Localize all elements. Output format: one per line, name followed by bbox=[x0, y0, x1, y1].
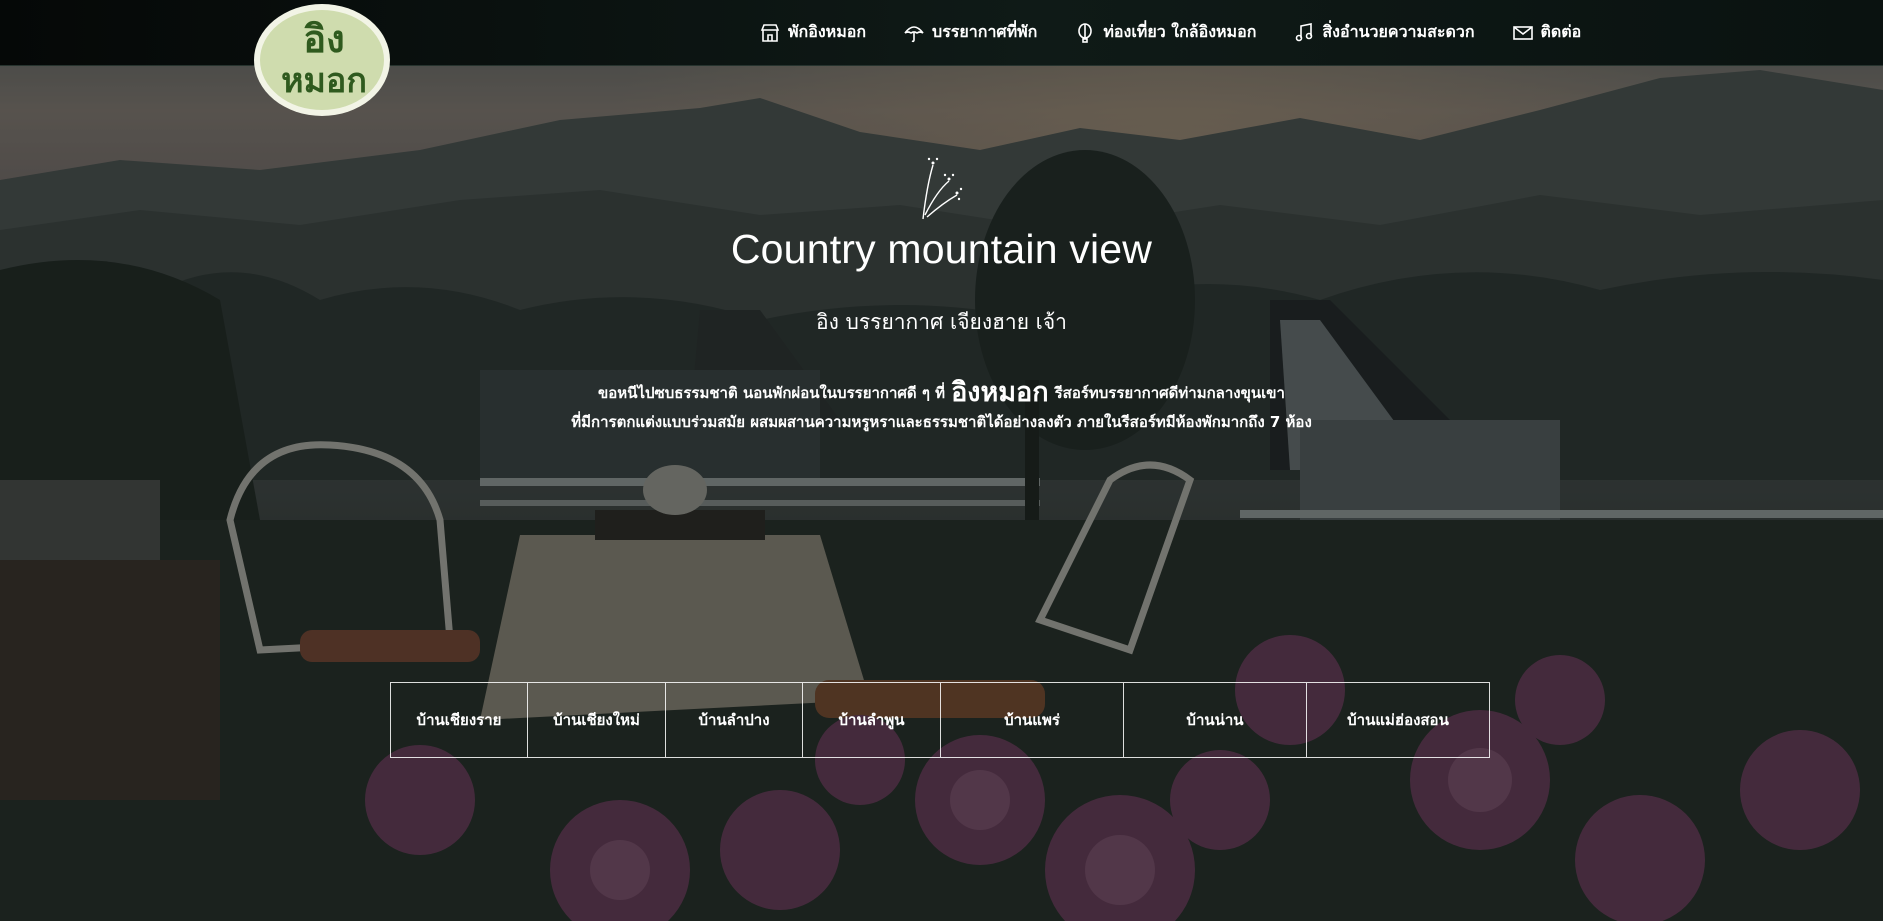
hero-description-line1: ขอหนีไปซบธรรมชาติ นอนพักผ่อนในบรรยากาศดี… bbox=[0, 370, 1883, 413]
logo-text-line1: อิง bbox=[303, 17, 344, 61]
logo-text-line2: หมอก bbox=[281, 61, 367, 101]
music-note-icon bbox=[1296, 22, 1313, 41]
nav-item-travel[interactable]: ท่องเที่ยว ใกล้อิงหมอก bbox=[1075, 20, 1256, 45]
hero-scene-image bbox=[0, 0, 1883, 921]
nav-item-label: ติดต่อ bbox=[1540, 22, 1582, 41]
tab-mae-hong-son[interactable]: บ้านแม่ฮ่องสอน bbox=[1307, 683, 1489, 757]
description-suffix: รีสอร์ทบรรยากาศดีท่ามกลางขุนเขา bbox=[1054, 384, 1285, 402]
mail-icon bbox=[1512, 25, 1533, 40]
store-icon bbox=[760, 23, 780, 42]
tab-lamphun[interactable]: บ้านลำพูน bbox=[803, 683, 941, 757]
hero-description-line2: ที่มีการตกแต่งแบบร่วมสมัย ผสมผสานความหรู… bbox=[571, 413, 1312, 431]
umbrella-icon bbox=[904, 25, 924, 42]
nav-item-atmosphere[interactable]: บรรยากาศที่พัก bbox=[904, 20, 1037, 45]
dandelion-icon bbox=[922, 157, 963, 220]
main-nav: พักอิงหมอก บรรยากาศที่พัก ท่องเที่ยว ใกล… bbox=[760, 0, 1581, 65]
tab-chiang-mai[interactable]: บ้านเชียงใหม่ bbox=[528, 683, 666, 757]
tab-phrae[interactable]: บ้านแพร่ bbox=[941, 683, 1124, 757]
nav-item-label: พักอิงหมอก bbox=[788, 22, 867, 41]
nav-item-label: ท่องเที่ยว ใกล้อิงหมอก bbox=[1103, 22, 1257, 41]
nav-item-label: บรรยากาศที่พัก bbox=[932, 22, 1038, 41]
description-prefix: ขอหนีไปซบธรรมชาติ นอนพักผ่อนในบรรยากาศดี… bbox=[598, 384, 946, 402]
tab-chiang-rai[interactable]: บ้านเชียงราย bbox=[391, 683, 528, 757]
hero-title: Country mountain view bbox=[730, 226, 1153, 272]
hero-background bbox=[0, 0, 1883, 921]
brand-name: อิงหมอก bbox=[951, 377, 1049, 408]
site-logo[interactable]: อิง หมอก bbox=[252, 0, 392, 118]
tab-lampang[interactable]: บ้านลำปาง bbox=[666, 683, 803, 757]
nav-item-contact[interactable]: ติดต่อ bbox=[1512, 20, 1582, 45]
tab-nan[interactable]: บ้านน่าน bbox=[1124, 683, 1307, 757]
hero-subtitle: อิง บรรยากาศ เจียงฮาย เจ้า bbox=[816, 310, 1067, 334]
nav-item-stay[interactable]: พักอิงหมอก bbox=[760, 20, 866, 45]
balloon-icon bbox=[1078, 22, 1093, 43]
nav-item-label: สิ่งอำนวยความสะดวก bbox=[1322, 22, 1475, 41]
nav-item-facilities[interactable]: สิ่งอำนวยความสะดวก bbox=[1294, 20, 1475, 45]
house-tabs: บ้านเชียงราย บ้านเชียงใหม่ บ้านลำปาง บ้า… bbox=[390, 682, 1490, 758]
